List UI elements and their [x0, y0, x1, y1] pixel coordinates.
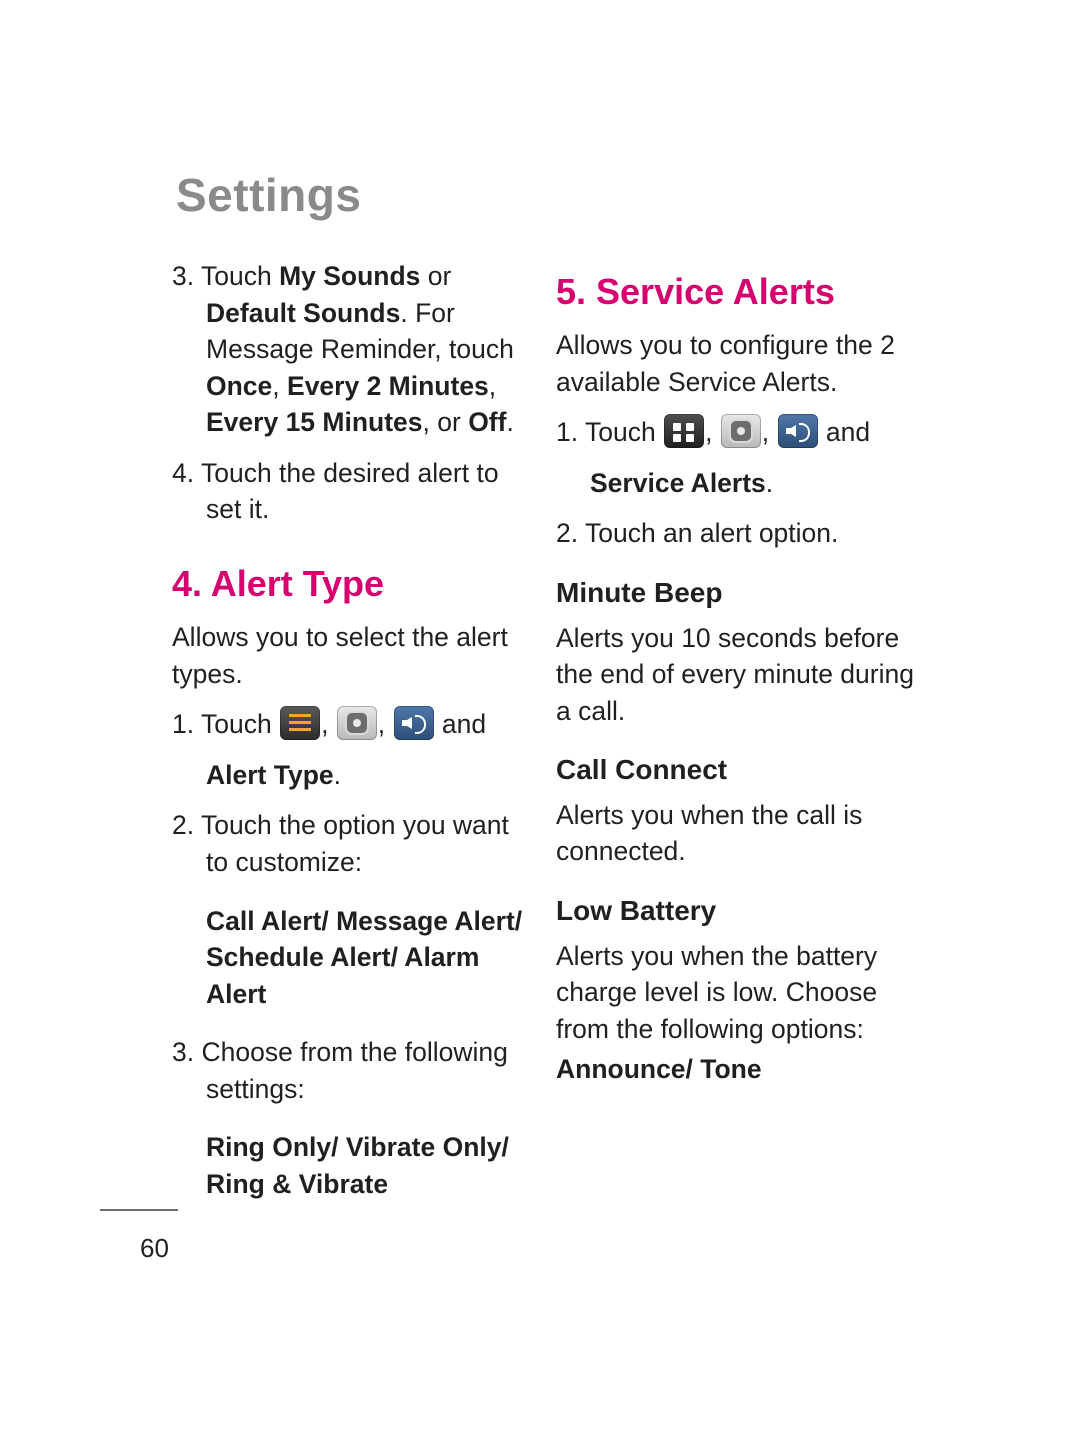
service-alerts-step-2: 2. Touch an alert option.: [556, 518, 839, 549]
alert-type-comma-2: ,: [377, 709, 393, 740]
call-connect-body: Alerts you when the call is connected.: [556, 799, 863, 867]
alert-type-settings-line-2: Ring & Vibrate: [206, 1168, 389, 1199]
step-3-suffix: .: [506, 407, 514, 438]
section-heading-service-alerts: 5. Service Alerts: [556, 271, 835, 312]
step-3-bold-once: Once: [206, 370, 273, 401]
alert-type-options-line-2: Schedule Alert/ Alarm Alert: [206, 942, 480, 1009]
page-title: Settings: [176, 169, 362, 221]
alert-type-step-2: 2. Touch the option you want to customiz…: [172, 810, 509, 877]
step-3-bold-my-sounds: My Sounds: [279, 261, 421, 291]
speaker-icon: [393, 706, 434, 741]
alert-type-comma-1: ,: [321, 709, 336, 740]
footer-divider: [100, 1209, 178, 1211]
alert-type-target-label: Alert Type: [206, 759, 334, 790]
subheading-minute-beep: Minute Beep: [556, 577, 723, 608]
service-alerts-comma-1: ,: [705, 417, 720, 448]
page-number: 60: [140, 1233, 169, 1263]
service-alerts-comma-2: ,: [761, 417, 777, 448]
step-3-my-sounds: 3. Touch My Sounds or Default Sounds. Fo…: [172, 258, 527, 441]
alert-type-step-3: 3. Choose from the following settings:: [172, 1037, 508, 1104]
section-heading-alert-type: 4. Alert Type: [172, 562, 385, 604]
step-4-desired-alert: 4. Touch the desired alert to set it.: [172, 457, 499, 525]
minute-beep-body: Alerts you 10 seconds before the end of …: [556, 622, 914, 726]
alert-type-options-line-1: Call Alert/ Message Alert/: [206, 905, 523, 936]
manual-page: Settings 3. Touch My Sounds or Default S…: [0, 0, 1080, 1430]
list-icon: [280, 706, 321, 741]
low-battery-body: Alerts you when the battery charge level…: [556, 940, 878, 1044]
service-alerts-target-label: Service Alerts: [590, 467, 766, 498]
subheading-call-connect: Call Connect: [556, 754, 728, 786]
subheading-low-battery: Low Battery: [556, 895, 717, 926]
step-3-bold-default-sounds: Default Sounds: [206, 297, 401, 328]
step-3-bold-every-2-minutes: Every 2 Minutes: [287, 370, 489, 401]
step-3-bold-every-15-minutes: Every 15 Minutes: [206, 407, 423, 438]
alert-type-and: and: [434, 709, 487, 740]
service-alerts-and: and: [818, 417, 871, 448]
right-column: 5. Service Alerts Allows you to configur…: [556, 258, 926, 1088]
step-3-mid-1: or: [420, 261, 452, 291]
alert-type-touch-target: Alert Type.: [172, 757, 527, 794]
step-3-mid-3: ,: [272, 370, 288, 401]
service-alerts-intro: Allows you to configure the 2 available …: [556, 330, 895, 397]
service-alerts-target-period: .: [765, 467, 774, 498]
low-battery-options: Announce/ Tone: [556, 1054, 762, 1085]
left-column: 3. Touch My Sounds or Default Sounds. Fo…: [172, 258, 527, 1202]
speaker-icon: [777, 414, 818, 449]
alert-type-touch-label: 1. Touch: [172, 709, 280, 740]
alert-type-settings-line-1: Ring Only/ Vibrate Only/: [206, 1132, 509, 1163]
alert-type-intro: Allows you to select the alert types.: [172, 622, 508, 689]
service-alerts-touch-target: Service Alerts.: [556, 465, 926, 502]
alert-type-target-period: .: [333, 759, 341, 790]
service-alerts-touch-label: 1. Touch: [556, 417, 664, 448]
grid-icon: [664, 414, 705, 449]
step-3-mid-5: , or: [422, 407, 469, 438]
service-alerts-step-1: 1. Touch , , and: [556, 414, 926, 451]
step-3-prefix: 3. Touch: [172, 261, 280, 291]
step-3-mid-4: ,: [488, 370, 497, 401]
step-3-bold-off: Off: [468, 407, 507, 438]
gear-icon: [720, 414, 761, 449]
gear-icon: [336, 706, 377, 741]
alert-type-step-1: 1. Touch , , and: [172, 706, 527, 743]
